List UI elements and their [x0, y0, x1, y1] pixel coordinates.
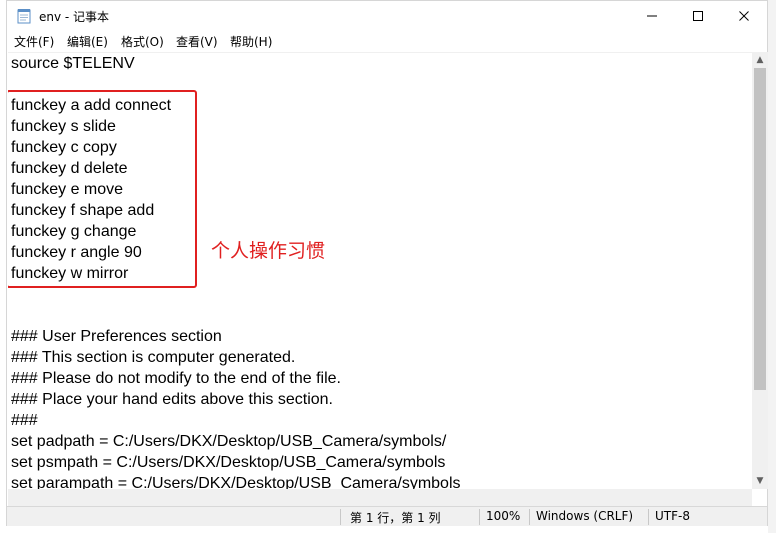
maximize-icon [693, 11, 703, 21]
horizontal-scrollbar[interactable] [8, 489, 752, 506]
minimize-button[interactable] [629, 1, 675, 31]
menu-bar: 文件(F) 编辑(E) 格式(O) 查看(V) 帮助(H) [7, 31, 767, 51]
status-bar: 第 1 行，第 1 列 100% Windows (CRLF) UTF-8 [7, 506, 767, 526]
menu-view[interactable]: 查看(V) [176, 33, 218, 50]
background-window-strip [768, 0, 776, 533]
notepad-icon [17, 8, 31, 24]
zoom-level: 100% [486, 509, 521, 523]
notepad-window: env - 记事本 文件(F) 编辑(E) 格式(O) 查看(V) 帮助(H) … [6, 0, 768, 526]
close-icon [739, 11, 749, 21]
cursor-position: 第 1 行，第 1 列 [350, 511, 441, 525]
editor-line[interactable]: source $TELENV [11, 53, 461, 74]
window-title: env - 记事本 [39, 10, 110, 24]
editor-line[interactable]: set parampath = C:/Users/DKX/Desktop/USB… [11, 473, 461, 490]
status-divider [479, 509, 480, 525]
menu-help[interactable]: 帮助(H) [230, 33, 272, 50]
annotation-highlight-box [8, 90, 197, 288]
editor-line[interactable]: ### Place your hand edits above this sec… [11, 389, 461, 410]
editor-line[interactable]: set padpath = C:/Users/DKX/Desktop/USB_C… [11, 431, 461, 452]
scroll-down-icon[interactable]: ▼ [752, 473, 768, 489]
minimize-icon [647, 15, 657, 17]
title-bar[interactable]: env - 记事本 [7, 1, 767, 31]
vertical-scrollbar[interactable]: ▲ ▼ [752, 52, 768, 489]
status-divider [648, 509, 649, 525]
close-button[interactable] [721, 1, 767, 31]
line-ending: Windows (CRLF) [536, 509, 634, 523]
maximize-button[interactable] [675, 1, 721, 31]
text-editor[interactable]: source $TELENV funckey a add connect funck… [8, 52, 752, 490]
status-divider [529, 509, 530, 525]
editor-line[interactable]: ### This section is computer generated. [11, 347, 461, 368]
vertical-scroll-thumb[interactable] [754, 68, 766, 390]
menu-edit[interactable]: 编辑(E) [67, 33, 108, 50]
editor-line[interactable] [11, 305, 461, 326]
menu-file[interactable]: 文件(F) [14, 33, 54, 50]
scroll-up-icon[interactable]: ▲ [752, 52, 768, 68]
menu-format[interactable]: 格式(O) [121, 33, 164, 50]
status-divider [340, 509, 341, 525]
editor-line[interactable]: ### Please do not modify to the end of t… [11, 368, 461, 389]
editor-line[interactable]: set psmpath = C:/Users/DKX/Desktop/USB_C… [11, 452, 461, 473]
annotation-label: 个人操作习惯 [211, 240, 326, 262]
editor-line[interactable]: ### [11, 410, 461, 431]
editor-line[interactable]: ### User Preferences section [11, 326, 461, 347]
encoding: UTF-8 [655, 509, 690, 523]
